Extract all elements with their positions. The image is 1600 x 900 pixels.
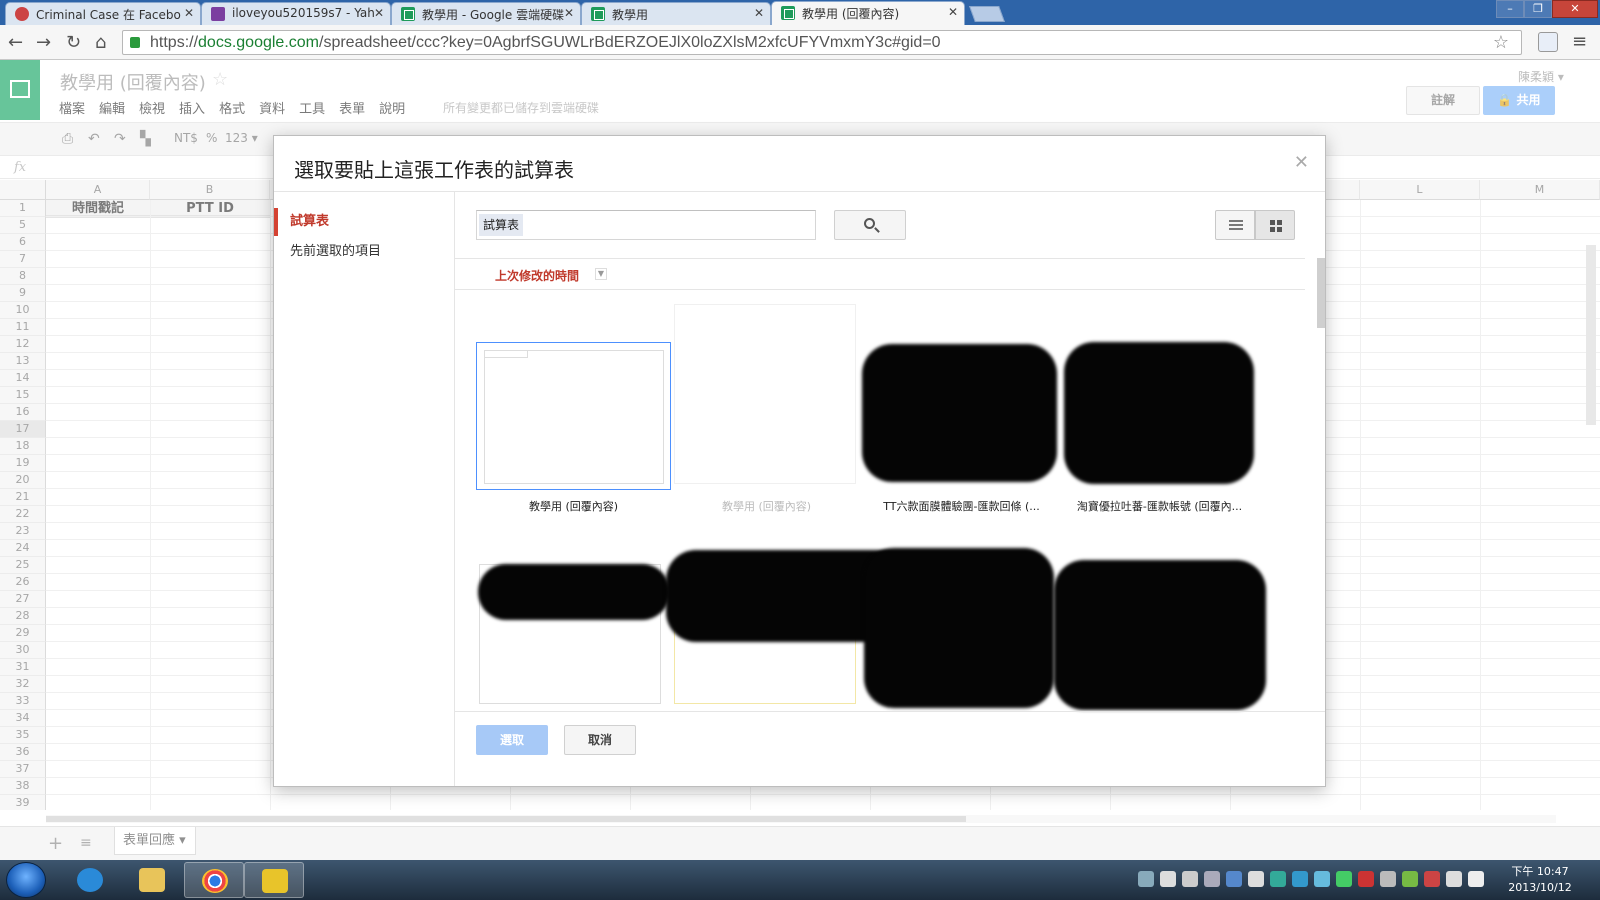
- file-name: 教學用 (回覆內容): [528, 500, 619, 513]
- file-explorer-icon: [139, 868, 165, 892]
- sheets-icon: [591, 7, 605, 21]
- system-tray: [1138, 871, 1484, 887]
- tray-icon[interactable]: [1160, 871, 1176, 887]
- chrome-icon: [202, 869, 228, 893]
- select-button[interactable]: 選取: [476, 725, 548, 755]
- internet-explorer-icon: [77, 868, 103, 892]
- sheets-icon: [781, 6, 795, 20]
- clock-date: 2013/10/12: [1508, 881, 1572, 894]
- tray-icon[interactable]: [1204, 871, 1220, 887]
- game-app-icon: [262, 869, 288, 893]
- maximize-button[interactable]: ❐: [1524, 0, 1552, 18]
- browser-menu-icon[interactable]: ≡: [1572, 31, 1587, 52]
- mail-icon: [211, 7, 225, 21]
- bookmark-star-icon[interactable]: ☆: [1493, 32, 1509, 53]
- sort-label[interactable]: 上次修改的時間: [495, 267, 579, 284]
- cancel-button[interactable]: 取消: [564, 725, 636, 755]
- tray-icon[interactable]: [1402, 871, 1418, 887]
- tray-icon[interactable]: [1248, 871, 1264, 887]
- tray-icon[interactable]: [1182, 871, 1198, 887]
- browser-tab[interactable]: Criminal Case 在 Facebo ✕: [5, 2, 201, 25]
- dialog-nav: 試算表 先前選取的項目: [274, 192, 455, 786]
- dialog-scrollbar[interactable]: [1317, 258, 1325, 328]
- tray-icon[interactable]: [1446, 871, 1462, 887]
- browser-tab-strip: Criminal Case 在 Facebo ✕ iloveyou520159s…: [0, 0, 1600, 25]
- taskbar-game[interactable]: [244, 862, 304, 898]
- search-chip[interactable]: 試算表: [479, 214, 524, 236]
- chevron-down-icon[interactable]: ▼: [595, 268, 607, 280]
- start-button[interactable]: [6, 862, 46, 898]
- close-icon[interactable]: ✕: [564, 6, 574, 20]
- file-thumbnail[interactable]: [674, 304, 856, 484]
- close-icon[interactable]: ✕: [948, 5, 958, 19]
- tray-icon[interactable]: [1226, 871, 1242, 887]
- clock-time: 下午 10:47: [1511, 865, 1569, 878]
- redacted-thumbnail[interactable]: [862, 344, 1057, 482]
- redacted-thumbnail[interactable]: [1064, 342, 1254, 484]
- picker-dialog: 選取要貼上這張工作表的試算表 ✕ 試算表 先前選取的項目 試算表 上次修改的時間…: [273, 135, 1326, 787]
- url-text: https://docs.google.com/spreadsheet/ccc?…: [150, 34, 941, 51]
- file-name: 教學用 (回覆內容): [721, 500, 812, 513]
- tray-icon[interactable]: [1336, 871, 1352, 887]
- taskbar-explorer[interactable]: [122, 862, 182, 898]
- browser-tab-active[interactable]: 教學用 (回覆內容) ✕: [771, 1, 965, 25]
- extension-icon[interactable]: [1538, 32, 1558, 52]
- new-tab-button[interactable]: [969, 6, 1005, 22]
- close-icon[interactable]: ✕: [184, 6, 194, 20]
- search-icon: [864, 218, 875, 229]
- nav-recently-selected[interactable]: 先前選取的項目: [274, 238, 455, 266]
- close-icon[interactable]: ✕: [754, 6, 764, 20]
- minimize-button[interactable]: –: [1496, 0, 1524, 18]
- tray-icon[interactable]: [1292, 871, 1308, 887]
- sort-bar: 上次修改的時間 ▼: [455, 258, 1305, 290]
- nav-spreadsheets[interactable]: 試算表: [274, 208, 455, 236]
- search-input[interactable]: 試算表: [476, 210, 816, 240]
- window-close-button[interactable]: ✕: [1552, 0, 1598, 18]
- reload-icon[interactable]: ↻: [66, 32, 81, 53]
- url-field[interactable]: https://docs.google.com/spreadsheet/ccc?…: [122, 30, 1522, 55]
- grid-view-button[interactable]: [1255, 210, 1295, 240]
- sheets-icon: [401, 7, 415, 21]
- tray-icon[interactable]: [1424, 871, 1440, 887]
- browser-tab[interactable]: 教學用 ✕: [581, 2, 771, 25]
- system-clock[interactable]: 下午 10:47 2013/10/12: [1505, 864, 1575, 896]
- taskbar-ie[interactable]: [60, 862, 120, 898]
- tab-title: 教學用 - Google 雲端硬碟: [422, 8, 565, 22]
- file-name: TT六款面膜體驗團-匯款回條 (...: [883, 500, 1040, 513]
- tab-title: Criminal Case 在 Facebo: [36, 8, 181, 22]
- os-taskbar: 下午 10:47 2013/10/12: [0, 860, 1600, 900]
- forward-icon[interactable]: →: [36, 32, 51, 53]
- tab-title: iloveyou520159s7 - Yah: [232, 6, 375, 20]
- redacted-thumbnail[interactable]: [1054, 560, 1266, 710]
- file-name: 淘寶優拉吐蕃-匯款帳號 (回覆內...: [1076, 500, 1243, 513]
- tray-icon[interactable]: [1270, 871, 1286, 887]
- file-thumbnail[interactable]: [476, 342, 671, 490]
- tab-title: 教學用 (回覆內容): [802, 7, 900, 21]
- address-bar: ← → ↻ ⌂ https://docs.google.com/spreadsh…: [0, 25, 1600, 60]
- search-button[interactable]: [834, 210, 906, 240]
- taskbar-chrome[interactable]: [184, 862, 244, 898]
- tray-icon[interactable]: [1314, 871, 1330, 887]
- home-icon[interactable]: ⌂: [95, 32, 106, 53]
- facebook-game-icon: [15, 7, 29, 21]
- volume-icon[interactable]: [1468, 871, 1484, 887]
- lock-icon: [130, 37, 140, 48]
- redacted-thumbnail[interactable]: [864, 548, 1054, 708]
- list-view-button[interactable]: [1215, 210, 1255, 240]
- tab-title: 教學用: [612, 8, 649, 22]
- close-icon[interactable]: ✕: [1294, 152, 1309, 173]
- back-icon[interactable]: ←: [8, 32, 23, 53]
- dialog-title: 選取要貼上這張工作表的試算表: [294, 158, 574, 182]
- redacted-thumbnail: [478, 564, 670, 620]
- browser-tab[interactable]: iloveyou520159s7 - Yah ✕: [201, 2, 391, 25]
- tray-icon[interactable]: [1380, 871, 1396, 887]
- close-icon[interactable]: ✕: [374, 6, 384, 20]
- browser-tab[interactable]: 教學用 - Google 雲端硬碟 ✕: [391, 2, 581, 25]
- tray-icon[interactable]: [1358, 871, 1374, 887]
- tray-icon[interactable]: [1138, 871, 1154, 887]
